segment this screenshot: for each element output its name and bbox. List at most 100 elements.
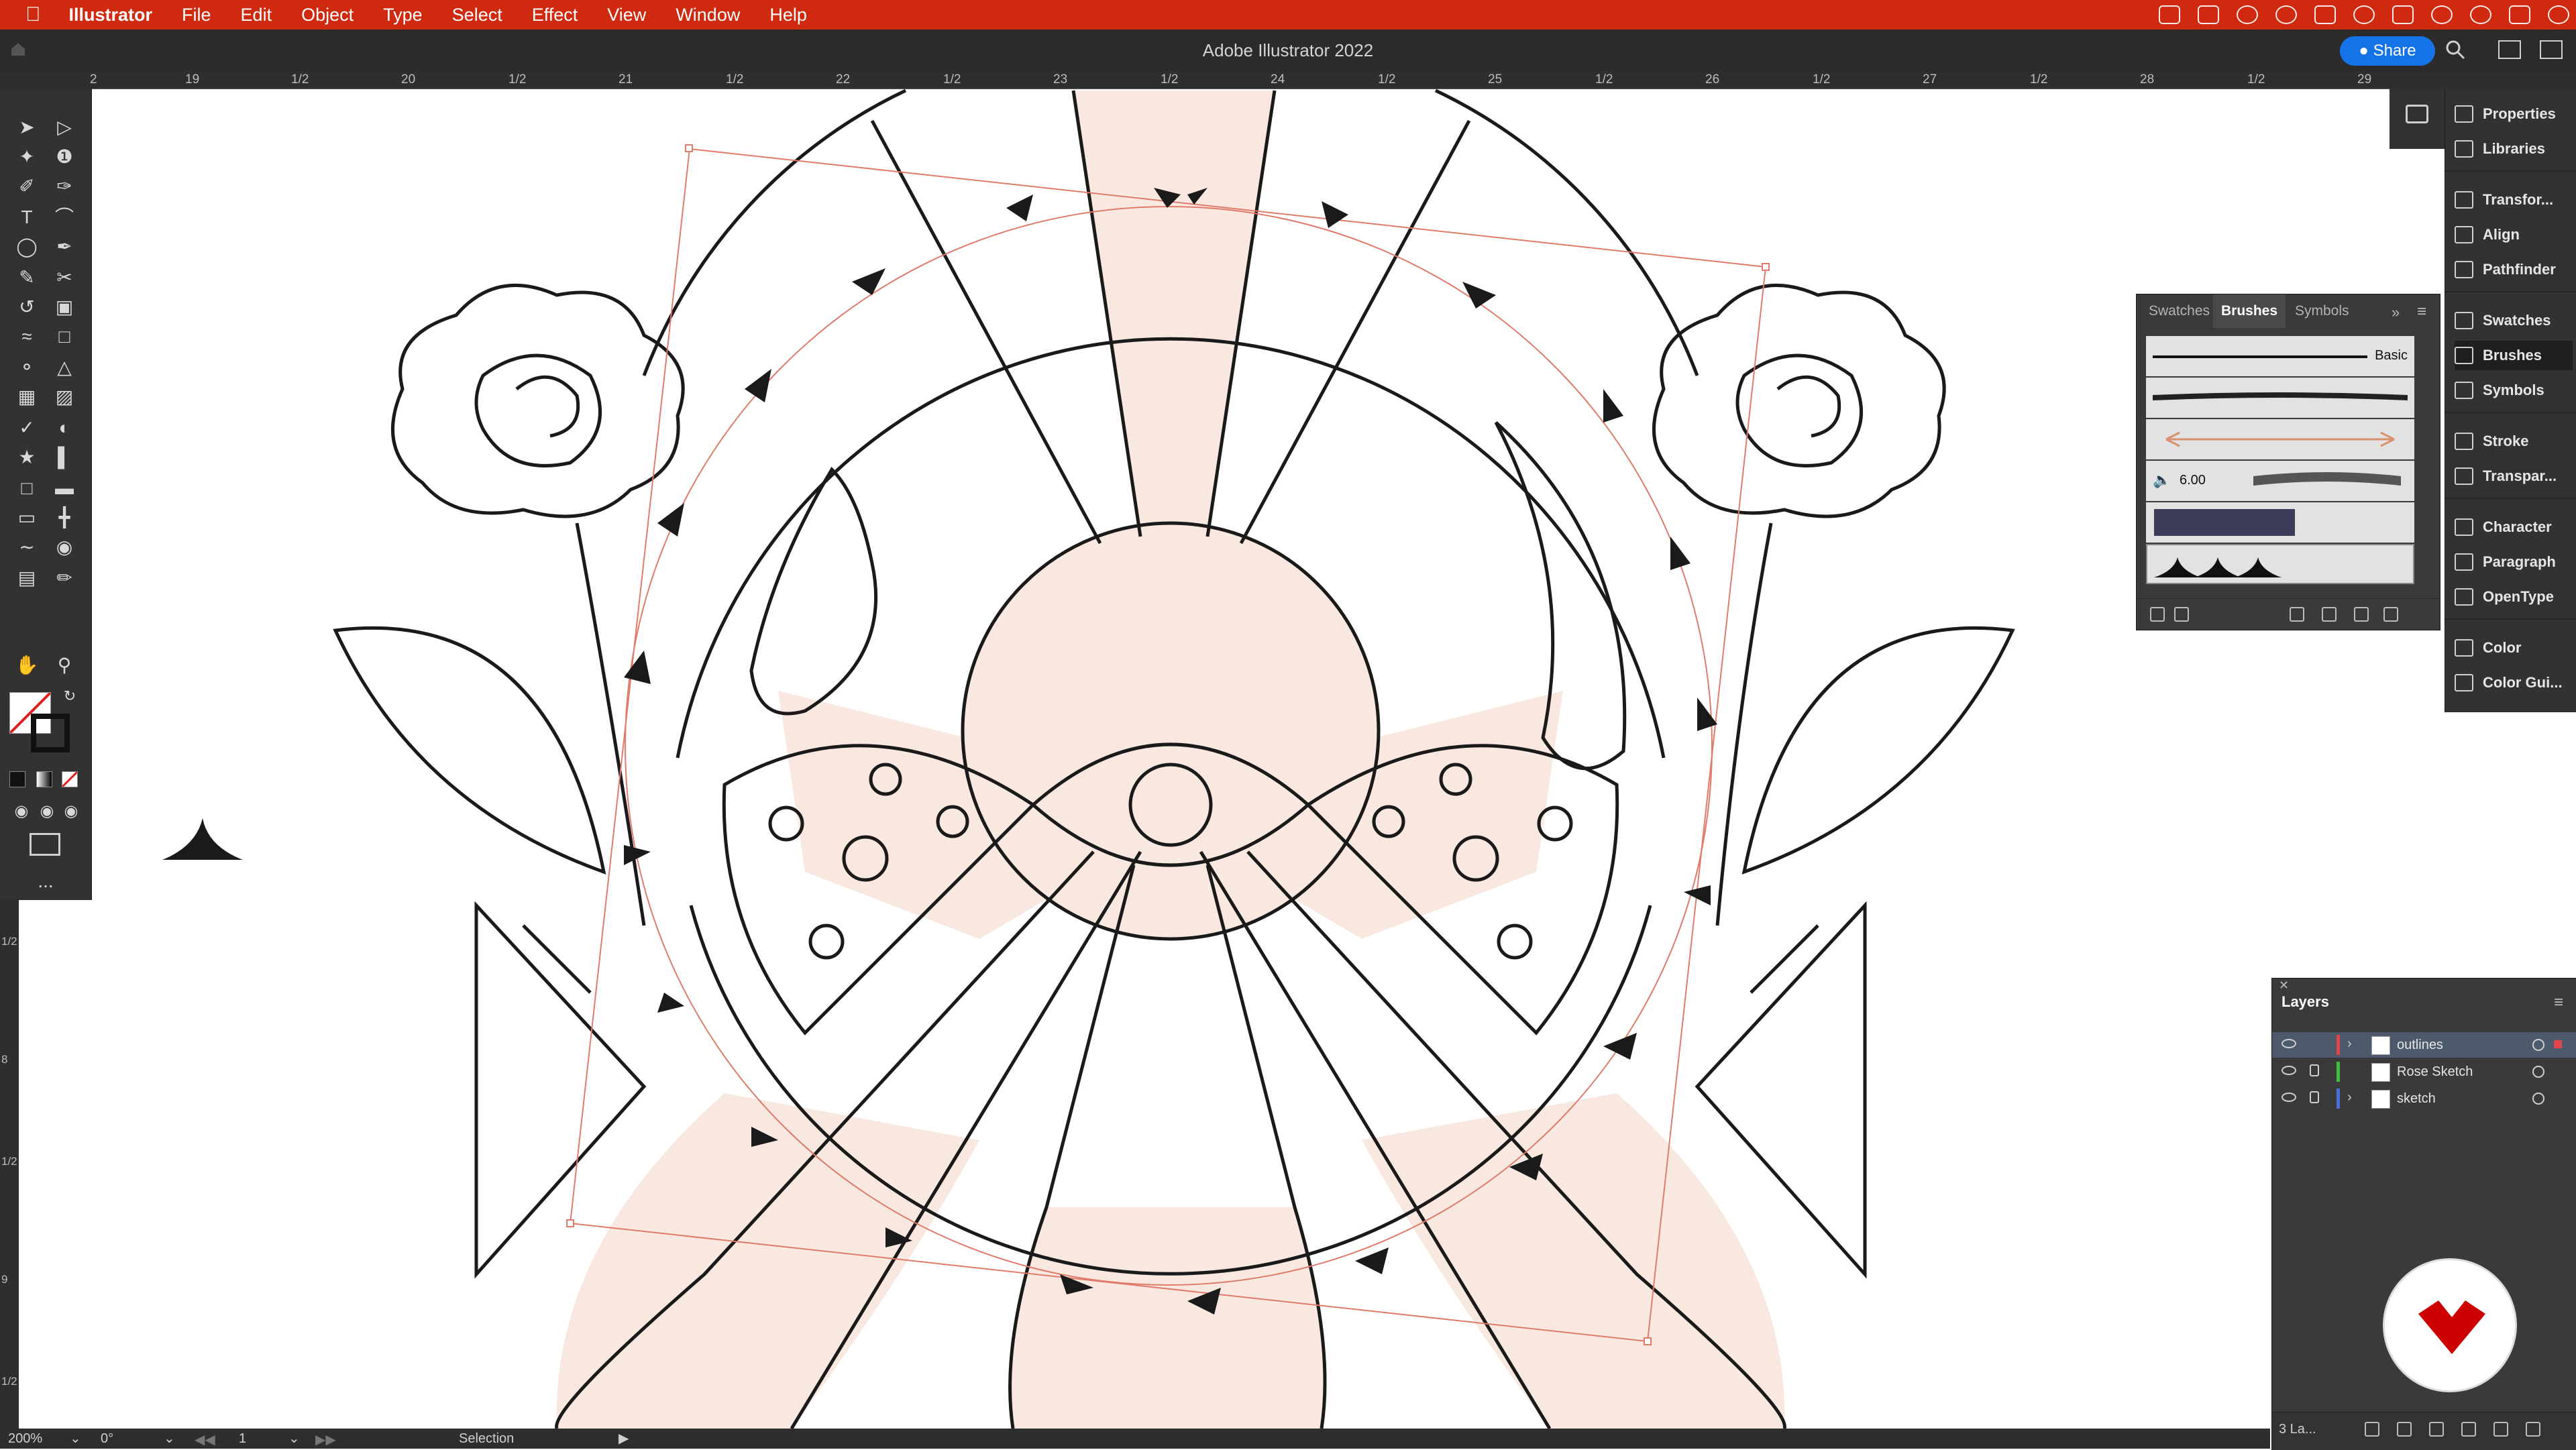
menu-effect[interactable]: Effect (517, 5, 593, 25)
target-icon[interactable] (2532, 1066, 2544, 1078)
target-icon[interactable] (2532, 1093, 2544, 1105)
dock-opentype[interactable]: OpenType (2455, 582, 2573, 612)
shaper-tool-icon[interactable]: ✎ (13, 264, 40, 291)
locate-object-icon[interactable] (2397, 1422, 2412, 1437)
collapse-panel-icon[interactable]: » (2392, 304, 2400, 321)
delete-brush-icon[interactable] (2383, 607, 2398, 622)
draw-normal-icon[interactable]: ◉ (8, 798, 35, 825)
panel-menu-icon[interactable]: ≡ (2554, 993, 2563, 1012)
close-panel-icon[interactable]: ✕ (2279, 979, 2289, 993)
mesh-tool-icon[interactable]: ▦ (13, 384, 40, 410)
zoom-level[interactable]: 200% (8, 1431, 42, 1447)
layer-row[interactable]: Rose Sketch (2272, 1059, 2576, 1084)
last-artboard-icon[interactable]: ▶▶ (315, 1431, 336, 1448)
rotate-tool-icon[interactable]: ↺ (13, 294, 40, 321)
dock-color-guide[interactable]: Color Gui... (2455, 668, 2573, 698)
menu-window[interactable]: Window (661, 5, 755, 25)
remove-brush-stroke-icon[interactable] (2290, 607, 2304, 622)
arrange-documents-icon[interactable] (2540, 40, 2563, 59)
more-tools-icon[interactable]: ... (32, 868, 59, 895)
brush-thorn-selected[interactable] (2146, 544, 2414, 584)
search-icon[interactable] (2470, 5, 2491, 24)
layer-name[interactable]: sketch (2397, 1091, 2436, 1107)
first-artboard-icon[interactable]: ◀◀ (195, 1431, 215, 1448)
artboard-number[interactable]: 1 (239, 1431, 246, 1447)
expand-chevron-icon[interactable]: › (2347, 1036, 2352, 1052)
lock-icon[interactable] (2310, 1064, 2319, 1076)
direct-selection-tool-icon[interactable]: ▷ (51, 114, 78, 141)
dock-brushes[interactable]: Brushes (2455, 341, 2573, 370)
lock-icon[interactable] (2310, 1091, 2319, 1103)
dock-pathfinder[interactable]: Pathfinder (2455, 255, 2573, 284)
visibility-icon[interactable] (2282, 1039, 2296, 1048)
warp-tool-icon[interactable]: ≈ (13, 323, 40, 350)
search-icon[interactable] (2445, 39, 2466, 60)
brush-size-row[interactable]: 🔈 6.00 (2146, 461, 2414, 502)
screen-mirror-icon[interactable] (2198, 5, 2219, 24)
tab-swatches[interactable]: Swatches (2141, 294, 2218, 328)
dock-swatches[interactable]: Swatches (2455, 306, 2573, 335)
dock-stroke[interactable]: Stroke (2455, 427, 2573, 456)
new-layer-icon[interactable] (2493, 1422, 2508, 1437)
rotation-value[interactable]: 0° (101, 1431, 113, 1447)
dock-symbols[interactable]: Symbols (2455, 376, 2573, 405)
brush-options-icon[interactable] (2322, 607, 2337, 622)
workspace-switcher-icon[interactable] (2498, 40, 2521, 59)
horizontal-ruler[interactable]: 2 19 1/2 20 1/2 21 1/2 22 1/2 23 1/2 24 … (0, 71, 2576, 89)
dock-paragraph[interactable]: Paragraph (2455, 547, 2573, 577)
screen-mode-icon[interactable] (30, 833, 60, 856)
libraries-panel-icon[interactable] (2174, 607, 2189, 622)
menu-view[interactable]: View (592, 5, 661, 25)
visibility-icon[interactable] (2282, 1066, 2296, 1075)
eyedropper-alt-icon[interactable]: ✏ (51, 565, 78, 592)
clock-icon[interactable] (2548, 5, 2569, 24)
collect-export-icon[interactable] (2365, 1422, 2379, 1437)
selected-art-indicator[interactable] (2554, 1040, 2562, 1048)
brush-charcoal[interactable] (2146, 378, 2414, 419)
pen-tool-icon[interactable]: ✐ (13, 173, 40, 200)
eyedropper-tool-icon[interactable]: ✓ (13, 414, 40, 441)
eraser-tool-icon[interactable]: ▭ (13, 504, 40, 531)
graph-tool-icon[interactable]: ▌ (51, 444, 78, 471)
draw-inside-icon[interactable]: ◉ (58, 798, 85, 825)
dock-color[interactable]: Color (2455, 633, 2573, 663)
new-sublayer-icon[interactable] (2461, 1422, 2476, 1437)
wifi-icon[interactable] (2431, 5, 2453, 24)
share-button[interactable]: ● Share (2340, 36, 2435, 66)
menu-file[interactable]: File (167, 5, 226, 25)
visibility-icon[interactable] (2282, 1093, 2296, 1102)
creative-cloud-icon[interactable] (2159, 5, 2180, 24)
apple-menu-icon[interactable]:  (0, 3, 54, 26)
layer-row[interactable]: › outlines (2272, 1032, 2576, 1058)
lasso-tool-icon[interactable]: ❶ (51, 144, 78, 170)
gear-icon[interactable] (2275, 5, 2297, 24)
comments-icon[interactable] (2406, 105, 2428, 123)
rotation-dropdown-icon[interactable]: ⌄ (164, 1430, 175, 1447)
target-icon[interactable] (2532, 1039, 2544, 1051)
control-center-icon[interactable] (2509, 5, 2530, 24)
width-tool-icon[interactable]: ∼ (13, 534, 40, 561)
layers-panel-title[interactable]: Layers (2282, 993, 2329, 1011)
hand-tool-icon[interactable]: ✋ (13, 652, 40, 679)
menu-app-name[interactable]: Illustrator (54, 5, 168, 25)
paintbrush-tool-icon[interactable]: ✒ (51, 233, 78, 260)
delete-layer-icon[interactable] (2526, 1422, 2540, 1437)
status-arrow-icon[interactable]: ▶ (619, 1430, 629, 1447)
scale-tool-icon[interactable]: ▣ (51, 294, 78, 321)
brush-arrow[interactable] (2146, 419, 2414, 461)
swap-fill-stroke-icon[interactable]: ↻ (56, 683, 83, 710)
tab-brushes[interactable]: Brushes (2213, 294, 2286, 328)
free-transform-tool-icon[interactable]: □ (51, 323, 78, 350)
shape-builder-tool-icon[interactable]: ⚬ (13, 354, 40, 381)
perspective-tool-icon[interactable]: △ (51, 354, 78, 381)
layer-name[interactable]: Rose Sketch (2397, 1064, 2473, 1080)
symbol-sprayer-tool-icon[interactable]: ★ (13, 444, 40, 471)
gradient-tool-icon[interactable]: ▨ (51, 384, 78, 410)
expand-chevron-icon[interactable]: › (2347, 1090, 2352, 1105)
dock-libraries[interactable]: Libraries (2455, 134, 2573, 164)
notes-icon[interactable] (2392, 5, 2414, 24)
puppet-warp-tool-icon[interactable]: ◉ (51, 534, 78, 561)
stroke-swatch[interactable] (31, 714, 70, 752)
color-mode-icon[interactable] (9, 771, 25, 787)
new-brush-icon[interactable] (2354, 607, 2369, 622)
